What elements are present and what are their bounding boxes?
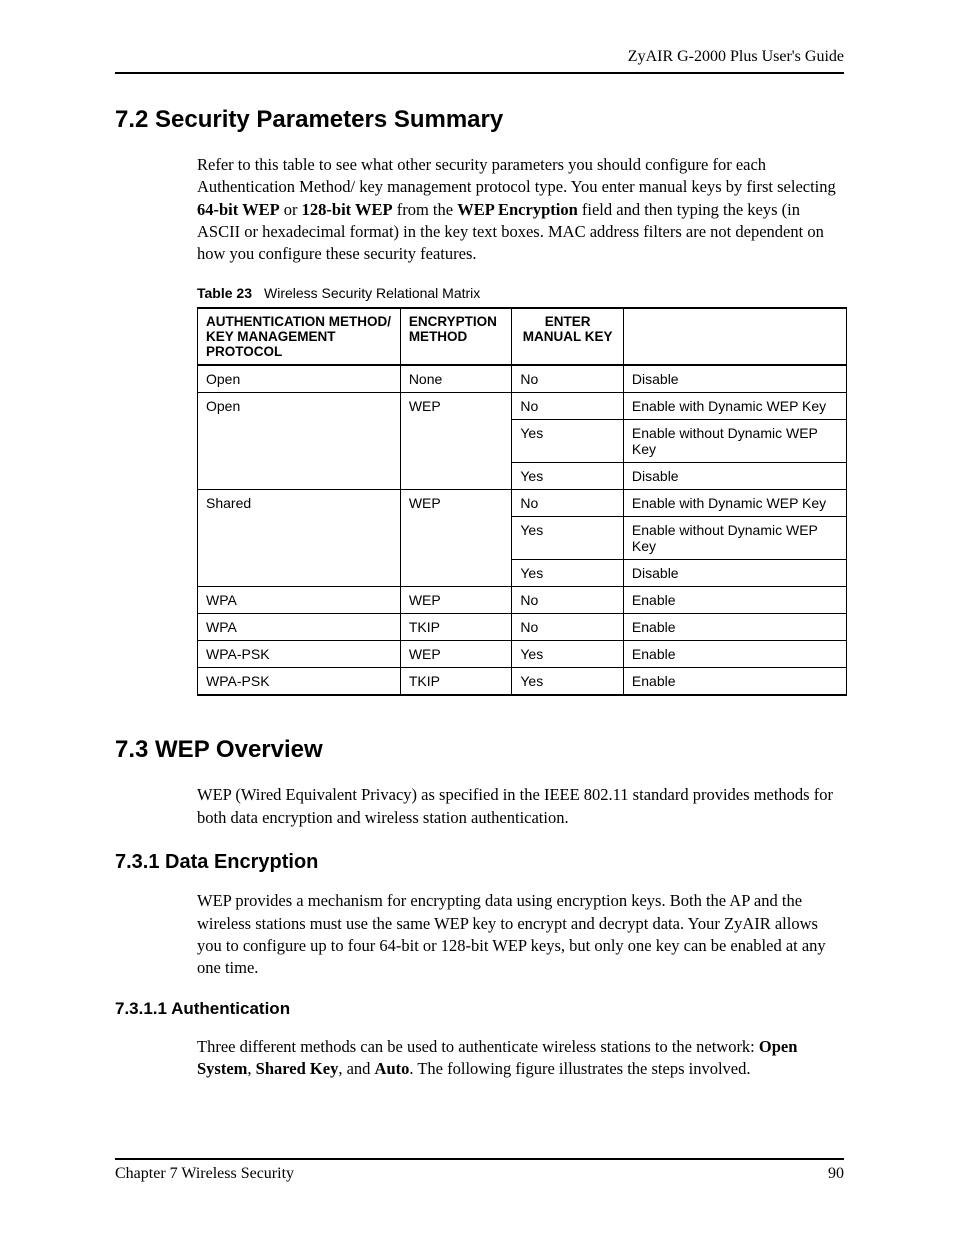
- footer-page-number: 90: [828, 1165, 844, 1183]
- table-row: SharedWEPNoEnable with Dynamic WEP Key: [198, 490, 847, 517]
- cell-result: Disable: [623, 560, 846, 587]
- cell-result: Enable without Dynamic WEP Key: [623, 517, 846, 560]
- table-caption: Table 23 Wireless Security Relational Mat…: [197, 285, 844, 301]
- cell-manual-key: Yes: [512, 463, 624, 490]
- th-auth-method: AUTHENTICATION METHOD/ KEY MANAGEMENT PR…: [198, 308, 401, 365]
- table-row: WPA-PSKTKIPYesEnable: [198, 668, 847, 696]
- table-row: OpenNoneNoDisable: [198, 365, 847, 393]
- guide-title: ZyAIR G-2000 Plus User's Guide: [628, 48, 844, 65]
- cell-auth: WPA: [198, 587, 401, 614]
- cell-result: Enable: [623, 614, 846, 641]
- cell-encryption: WEP: [400, 393, 512, 490]
- cell-result: Disable: [623, 463, 846, 490]
- text: , and: [338, 1059, 374, 1078]
- cell-manual-key: Yes: [512, 641, 624, 668]
- cell-result: Enable with Dynamic WEP Key: [623, 393, 846, 420]
- cell-manual-key: No: [512, 365, 624, 393]
- bold-text: 64-bit WEP: [197, 200, 280, 219]
- cell-manual-key: Yes: [512, 560, 624, 587]
- text: from the: [393, 200, 458, 219]
- cell-manual-key: No: [512, 490, 624, 517]
- cell-encryption: WEP: [400, 641, 512, 668]
- cell-manual-key: No: [512, 393, 624, 420]
- cell-encryption: WEP: [400, 490, 512, 587]
- section-7-3-heading: 7.3 WEP Overview: [115, 736, 844, 764]
- cell-auth: Open: [198, 393, 401, 490]
- cell-auth: WPA: [198, 614, 401, 641]
- cell-auth: WPA-PSK: [198, 668, 401, 696]
- bold-text: Auto: [375, 1059, 410, 1078]
- security-matrix-table: AUTHENTICATION METHOD/ KEY MANAGEMENT PR…: [197, 307, 847, 696]
- table-title: Wireless Security Relational Matrix: [264, 285, 480, 301]
- text: Refer to this table to see what other se…: [197, 155, 836, 196]
- cell-auth: Open: [198, 365, 401, 393]
- section-7-3-paragraph: WEP (Wired Equivalent Privacy) as specif…: [197, 784, 844, 829]
- cell-encryption: TKIP: [400, 614, 512, 641]
- bold-text: Shared Key: [256, 1059, 339, 1078]
- cell-manual-key: No: [512, 587, 624, 614]
- cell-auth: WPA-PSK: [198, 641, 401, 668]
- footer-chapter: Chapter 7 Wireless Security: [115, 1165, 294, 1183]
- cell-manual-key: No: [512, 614, 624, 641]
- cell-result: Enable without Dynamic WEP Key: [623, 420, 846, 463]
- cell-manual-key: Yes: [512, 668, 624, 696]
- cell-result: Enable: [623, 587, 846, 614]
- text: Three different methods can be used to a…: [197, 1037, 759, 1056]
- table-number: Table 23: [197, 285, 252, 301]
- section-7-3-1-heading: 7.3.1 Data Encryption: [115, 851, 844, 874]
- bold-text: 128-bit WEP: [302, 200, 393, 219]
- th-manual-key: ENTER MANUAL KEY: [512, 308, 624, 365]
- cell-encryption: WEP: [400, 587, 512, 614]
- page-footer: Chapter 7 Wireless Security 90: [115, 1158, 844, 1183]
- section-7-2-paragraph: Refer to this table to see what other se…: [197, 154, 844, 265]
- cell-manual-key: Yes: [512, 420, 624, 463]
- text: . The following figure illustrates the s…: [409, 1059, 750, 1078]
- cell-result: Enable: [623, 641, 846, 668]
- th-result: [623, 308, 846, 365]
- text: ,: [247, 1059, 255, 1078]
- section-7-3-1-1-heading: 7.3.1.1 Authentication: [115, 999, 844, 1019]
- cell-result: Enable: [623, 668, 846, 696]
- table-row: WPAWEPNoEnable: [198, 587, 847, 614]
- table-row: WPATKIPNoEnable: [198, 614, 847, 641]
- bold-text: WEP Encryption: [457, 200, 578, 219]
- cell-encryption: None: [400, 365, 512, 393]
- cell-result: Enable with Dynamic WEP Key: [623, 490, 846, 517]
- cell-manual-key: Yes: [512, 517, 624, 560]
- table-row: OpenWEPNoEnable with Dynamic WEP Key: [198, 393, 847, 420]
- cell-result: Disable: [623, 365, 846, 393]
- section-7-2-heading: 7.2 Security Parameters Summary: [115, 106, 844, 134]
- table-row: WPA-PSKWEPYesEnable: [198, 641, 847, 668]
- cell-encryption: TKIP: [400, 668, 512, 696]
- text: or: [280, 200, 302, 219]
- section-7-3-1-1-paragraph: Three different methods can be used to a…: [197, 1036, 844, 1081]
- th-encryption: ENCRYPTION METHOD: [400, 308, 512, 365]
- section-7-3-1-paragraph: WEP provides a mechanism for encrypting …: [197, 890, 844, 979]
- cell-auth: Shared: [198, 490, 401, 587]
